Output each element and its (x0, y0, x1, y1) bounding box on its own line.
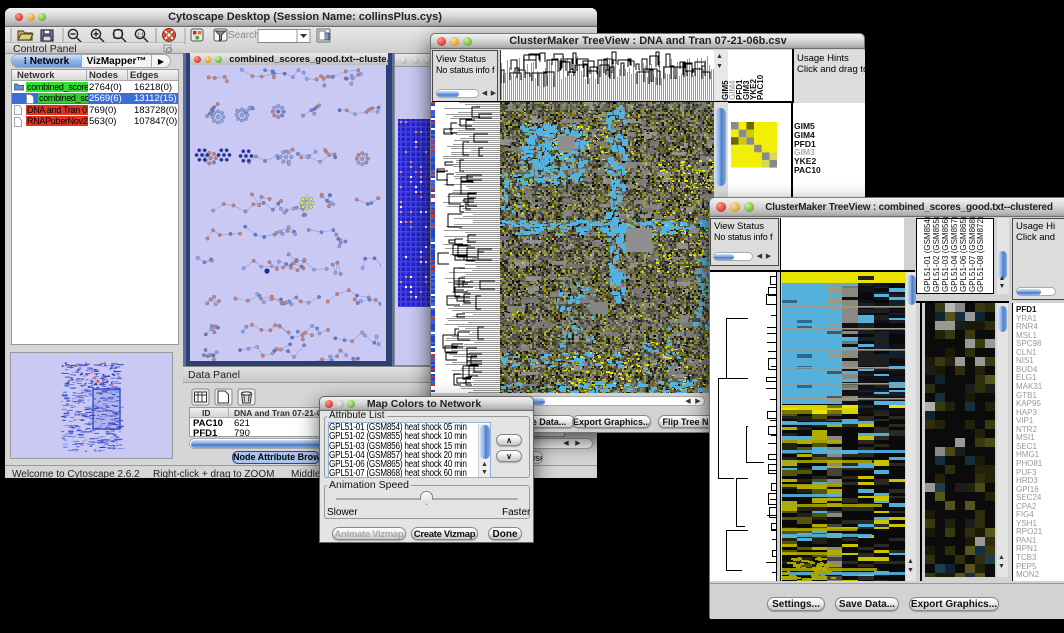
svg-text:Search:: Search: (228, 30, 262, 41)
svg-text:1:1: 1:1 (137, 33, 144, 39)
